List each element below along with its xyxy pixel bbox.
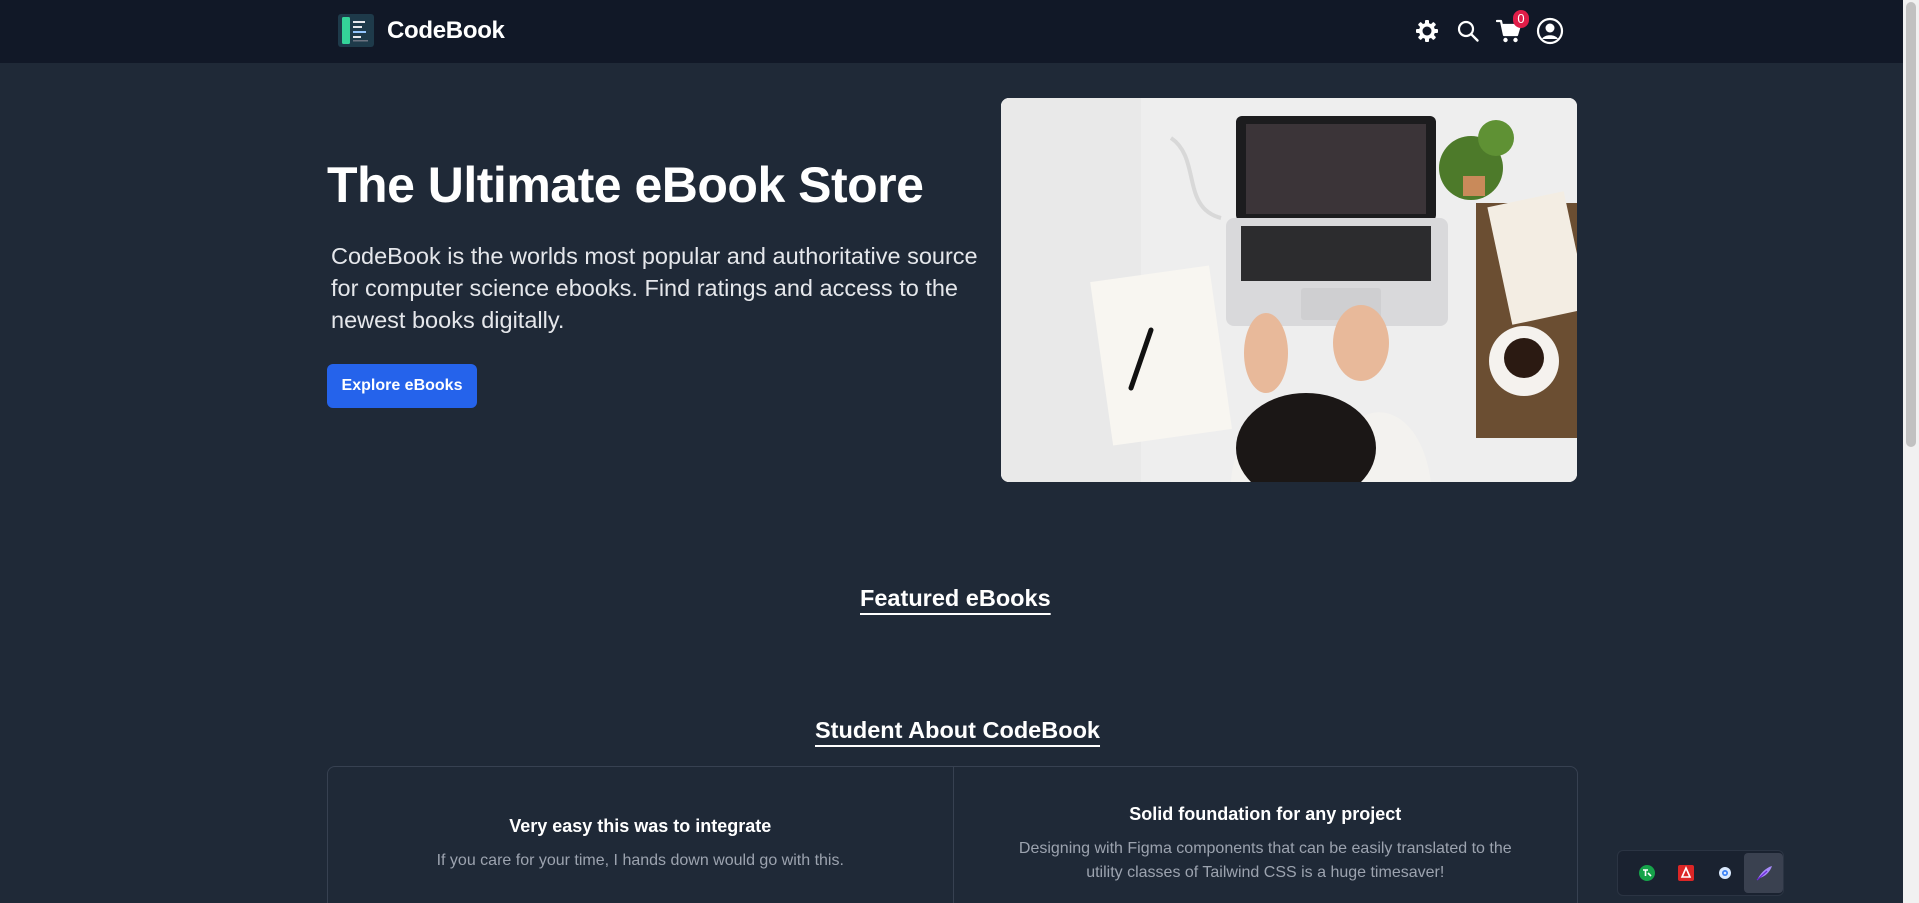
settings-extension-icon[interactable] [1705,853,1744,893]
testimonial-card: Solid foundation for any project Designi… [952,767,1578,903]
scrollbar-thumb[interactable] [1906,2,1916,447]
brand-name: CodeBook [387,16,505,44]
pdf-extension-icon[interactable] [1666,853,1705,893]
testimonials-grid: Very easy this was to integrate If you c… [327,766,1578,903]
navbar: CodeBook 0 [0,0,1903,63]
testimonial-body: Designing with Figma components that can… [1018,840,1512,881]
codebook-logo-icon [338,14,374,47]
cart-icon[interactable]: 0 [1495,10,1529,45]
search-icon[interactable] [1454,17,1482,45]
testimonial-title: Very easy this was to integrate [509,816,772,836]
testimonials-title: Student About CodeBook [815,717,1101,743]
explore-ebooks-button[interactable]: Explore eBooks [327,364,477,408]
extension-toolbar [1617,850,1784,896]
nav-icons: 0 [1413,10,1577,48]
hero-image [1001,98,1577,482]
testimonial-body: If you care for your time, I hands down … [436,852,844,869]
hero-description: CodeBook is the worlds most popular and … [331,243,978,333]
cart-count-badge: 0 [1513,10,1529,28]
gear-icon[interactable] [1413,17,1441,45]
brand-link[interactable]: CodeBook [338,14,505,47]
testimonial-card: Very easy this was to integrate If you c… [328,767,953,903]
featured-ebooks-title: Featured eBooks [860,585,1051,611]
hero-title: The Ultimate eBook Store [327,157,924,213]
user-circle-icon[interactable] [1536,17,1564,45]
feather-extension-icon[interactable] [1744,853,1783,893]
translate-extension-icon[interactable] [1627,853,1666,893]
testimonial-title: Solid foundation for any project [1129,804,1402,824]
